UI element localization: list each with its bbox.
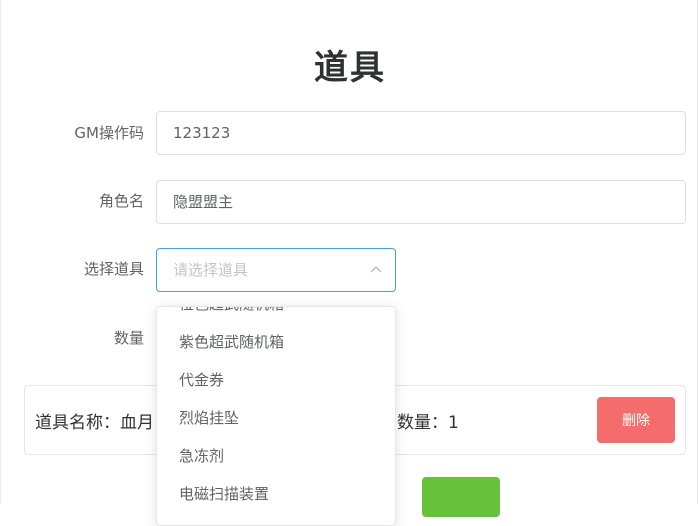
dropdown-option[interactable]: 电磁扫描装置	[157, 475, 395, 513]
submit-button[interactable]	[422, 477, 500, 517]
gm-code-input[interactable]: 123123	[156, 111, 686, 155]
item-quantity-text: 数量：1	[397, 413, 459, 433]
dropdown-list: 橙色超武随机箱 紫色超武随机箱 代金券 烈焰挂坠 急冻剂 电磁扫描装置	[157, 307, 395, 513]
item-select[interactable]: 请选择道具	[156, 248, 396, 292]
dropdown-option[interactable]: 烈焰挂坠	[157, 399, 395, 437]
dropdown-option[interactable]: 紫色超武随机箱	[157, 323, 395, 361]
quantity-label: 数量	[113, 329, 144, 347]
delete-button[interactable]: 删除	[597, 397, 675, 443]
dropdown-option[interactable]: 代金券	[157, 361, 395, 399]
item-select-placeholder: 请选择道具	[173, 261, 249, 279]
dropdown-option[interactable]: 橙色超武随机箱	[157, 307, 395, 323]
item-select-label: 选择道具	[83, 260, 144, 278]
role-name-label: 角色名	[98, 192, 144, 210]
page-title: 道具	[314, 48, 386, 88]
item-name-text: 道具名称：血月	[35, 413, 154, 433]
dropdown-option[interactable]: 急冻剂	[157, 437, 395, 475]
gm-code-label: GM操作码	[74, 124, 144, 142]
chevron-up-icon	[370, 265, 382, 273]
role-name-input[interactable]: 隐盟盟主	[156, 180, 686, 224]
item-dropdown: 橙色超武随机箱 紫色超武随机箱 代金券 烈焰挂坠 急冻剂 电磁扫描装置	[156, 306, 396, 526]
